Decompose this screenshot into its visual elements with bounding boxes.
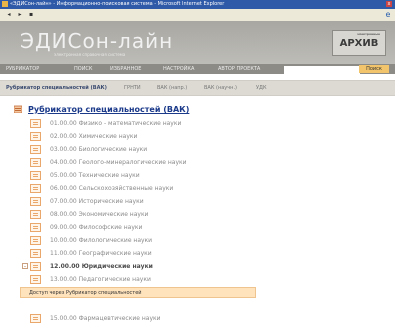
site-header: ЭДИСон-лайн электронная справочная систе… bbox=[0, 21, 395, 64]
search-input[interactable] bbox=[284, 66, 360, 74]
document-icon bbox=[30, 236, 41, 245]
forward-button[interactable]: ▸ bbox=[15, 11, 25, 19]
tab-vak-directions[interactable]: ВАК (напр.) bbox=[157, 84, 187, 92]
tree-item-label: 01.00.00 Физико - математические науки bbox=[50, 120, 182, 127]
stop-button[interactable]: ▪ bbox=[26, 11, 36, 19]
document-icon bbox=[30, 184, 41, 193]
tree-item[interactable]: 03.00.00 Биологические науки bbox=[22, 144, 392, 155]
window-title-bar: «ЭДИСон-лайн» - Информационно-поисковая … bbox=[0, 0, 395, 9]
tree-item-label: 07.00.00 Исторические науки bbox=[50, 198, 144, 205]
document-icon bbox=[30, 223, 41, 232]
document-icon bbox=[30, 145, 41, 154]
tree-item-label: 05.00.00 Технические науки bbox=[50, 172, 140, 179]
tree-item-label: 11.00.00 Географические науки bbox=[50, 250, 152, 257]
search-button[interactable]: Поиск bbox=[359, 65, 389, 73]
tab-grnti[interactable]: ГРНТИ bbox=[124, 84, 141, 92]
tree-item[interactable]: 11.00.00 Географические науки bbox=[22, 248, 392, 259]
tree-panel: Рубрикатор специальностей (ВАК) 01.00.00… bbox=[0, 96, 395, 323]
tooltip: Доступ через Рубрикатор специальностей bbox=[20, 287, 256, 298]
tree-item-expanded[interactable]: - 12.00.00 Юридические науки bbox=[22, 261, 392, 272]
tree-root-link[interactable]: Рубрикатор специальностей (ВАК) bbox=[28, 104, 189, 116]
site-logo[interactable]: ЭДИСон-лайн bbox=[20, 30, 173, 52]
tree-item[interactable]: 09.00.00 Философские науки bbox=[22, 222, 392, 233]
tree-item[interactable]: 06.00.00 Сельскохозяйственные науки bbox=[22, 183, 392, 194]
back-button[interactable]: ◂ bbox=[4, 11, 14, 19]
browser-window: «ЭДИСон-лайн» - Информационно-поисковая … bbox=[0, 0, 395, 323]
ie-logo-icon: e bbox=[385, 10, 391, 19]
tree-item[interactable]: 05.00.00 Технические науки bbox=[22, 170, 392, 181]
archive-label: АРХИВ bbox=[339, 38, 379, 49]
folder-open-icon bbox=[14, 105, 22, 113]
menu-item-settings[interactable]: НАСТРОЙКА bbox=[163, 64, 194, 74]
document-icon bbox=[30, 119, 41, 128]
archive-button[interactable]: электронные АРХИВ bbox=[332, 30, 386, 56]
tree-item[interactable]: 01.00.00 Физико - математические науки bbox=[22, 118, 392, 129]
tree-item-label: 15.00.00 Фармацевтические науки bbox=[50, 315, 161, 322]
tab-udk[interactable]: УДК bbox=[256, 84, 267, 92]
tree-item[interactable]: 08.00.00 Экономические науки bbox=[22, 209, 392, 220]
tree-item[interactable]: 10.00.00 Филологические науки bbox=[22, 235, 392, 246]
document-icon bbox=[30, 262, 41, 271]
tab-vak-science[interactable]: ВАК (научн.) bbox=[204, 84, 237, 92]
menu-item-rubricator[interactable]: РУБРИКАТОР bbox=[6, 64, 39, 74]
menu-item-search[interactable]: ПОИСК bbox=[74, 64, 92, 74]
document-icon bbox=[30, 158, 41, 167]
document-icon bbox=[30, 197, 41, 206]
tree-item-label: 03.00.00 Биологические науки bbox=[50, 146, 148, 153]
window-title: «ЭДИСон-лайн» - Информационно-поисковая … bbox=[10, 1, 225, 7]
tree-item-label: 04.00.00 Геолого-минералогические науки bbox=[50, 159, 187, 166]
tree-item[interactable]: 02.00.00 Химические науки bbox=[22, 131, 392, 142]
close-window-button[interactable]: x bbox=[386, 1, 392, 7]
document-icon bbox=[30, 171, 41, 180]
tree-item-label: 09.00.00 Философские науки bbox=[50, 224, 143, 231]
tree-item-label: 08.00.00 Экономические науки bbox=[50, 211, 149, 218]
document-icon bbox=[30, 275, 41, 284]
collapse-toggle[interactable]: - bbox=[22, 263, 28, 270]
menu-item-authors[interactable]: АВТОР ПРОЕКТА bbox=[218, 64, 260, 74]
site-logo-subtitle: электронная справочная система bbox=[54, 52, 126, 57]
tree-item-label: 02.00.00 Химические науки bbox=[50, 133, 138, 140]
rubricator-tabs: Рубрикатор специальностей (ВАК) ГРНТИ ВА… bbox=[0, 80, 395, 96]
tree-item[interactable]: 07.00.00 Исторические науки bbox=[22, 196, 392, 207]
tree-item[interactable]: 15.00.00 Фармацевтические науки bbox=[22, 313, 392, 324]
document-icon bbox=[30, 249, 41, 258]
tree-item-label: 12.00.00 Юридические науки bbox=[50, 263, 153, 270]
menu-item-favorites[interactable]: ИЗБРАННОЕ bbox=[110, 64, 141, 74]
document-icon bbox=[30, 314, 41, 323]
main-menu: РУБРИКАТОР ПОИСК ИЗБРАННОЕ НАСТРОЙКА АВТ… bbox=[0, 64, 395, 74]
document-icon bbox=[30, 132, 41, 141]
tree-item-label: 10.00.00 Филологические науки bbox=[50, 237, 153, 244]
tree-item[interactable]: 13.00.00 Педагогические науки bbox=[22, 274, 392, 285]
tree-item[interactable]: 04.00.00 Геолого-минералогические науки bbox=[22, 157, 392, 168]
document-icon bbox=[30, 210, 41, 219]
ie-window-icon bbox=[2, 1, 8, 7]
tree-item-label: 13.00.00 Педагогические науки bbox=[50, 276, 151, 283]
tab-vak-specialties[interactable]: Рубрикатор специальностей (ВАК) bbox=[6, 84, 107, 92]
archive-small-label: электронные bbox=[357, 32, 380, 36]
tree-item-label: 06.00.00 Сельскохозяйственные науки bbox=[50, 185, 174, 192]
